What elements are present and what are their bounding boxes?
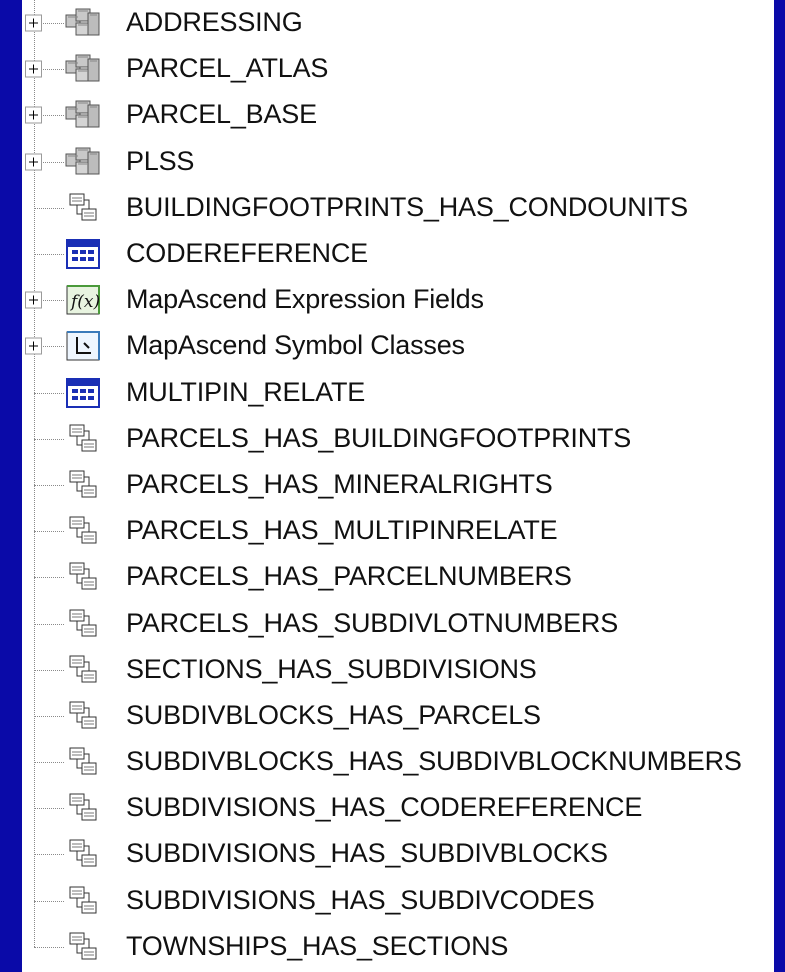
expand-plus-icon[interactable] <box>25 153 42 171</box>
tree-item-label: PARCELS_HAS_MINERALRIGHTS <box>126 468 553 499</box>
expand-plus-icon[interactable] <box>25 337 42 355</box>
feature-dataset-icon <box>64 144 102 179</box>
tree-branch-line <box>34 669 68 671</box>
tree-branch-line <box>34 808 68 810</box>
relationship-class-icon <box>64 883 102 918</box>
tree-branch-line <box>34 946 68 948</box>
tree-item[interactable]: SUBDIVISIONS_HAS_CODEREFERENCE <box>22 785 774 831</box>
feature-dataset-icon <box>64 6 102 41</box>
tree-item[interactable]: PARCELS_HAS_SUBDIVLOTNUMBERS <box>22 600 774 646</box>
tree-item[interactable]: PARCELS_HAS_PARCELNUMBERS <box>22 554 774 600</box>
table-icon <box>64 237 102 272</box>
relationship-class-icon <box>64 467 102 502</box>
tree-item[interactable]: SUBDIVBLOCKS_HAS_SUBDIVBLOCKNUMBERS <box>22 739 774 785</box>
tree-branch-line <box>34 438 68 440</box>
relationship-class-icon <box>64 929 102 964</box>
expand-plus-icon[interactable] <box>25 291 42 309</box>
tree-item[interactable]: SUBDIVISIONS_HAS_SUBDIVBLOCKS <box>22 831 774 877</box>
table-icon <box>64 375 102 410</box>
tree-item[interactable]: CODEREFERENCE <box>22 231 774 277</box>
tree-item-label: SUBDIVBLOCKS_HAS_SUBDIVBLOCKNUMBERS <box>126 745 742 776</box>
tree-item-label: PARCELS_HAS_PARCELNUMBERS <box>126 561 572 592</box>
expand-plus-icon[interactable] <box>25 14 42 32</box>
tree-branch-line <box>34 715 68 717</box>
tree-item-label: BUILDINGFOOTPRINTS_HAS_CONDOUNITS <box>126 191 688 222</box>
tree-item-label: SUBDIVISIONS_HAS_SUBDIVCODES <box>126 884 595 915</box>
relationship-class-icon <box>64 190 102 225</box>
expand-plus-icon[interactable] <box>25 60 42 78</box>
tree-branch-line <box>34 254 68 256</box>
catalog-tree: ADDRESSING PARCEL_ATLAS PARCEL_BASE PLSS BUI… <box>22 0 774 970</box>
expand-plus-icon[interactable] <box>25 106 42 124</box>
tree-item[interactable]: SUBDIVISIONS_HAS_SUBDIVCODES <box>22 878 774 924</box>
tree-item-label: SUBDIVBLOCKS_HAS_PARCELS <box>126 699 541 730</box>
feature-dataset-icon <box>64 52 102 87</box>
tree-item[interactable]: f(x) MapAscend Expression Fields <box>22 277 774 323</box>
tree-branch-line <box>34 577 68 579</box>
svg-text:f(x): f(x) <box>69 292 100 312</box>
tree-item[interactable]: PARCEL_ATLAS <box>22 46 774 92</box>
relationship-class-icon <box>64 652 102 687</box>
tree-item-label: PARCELS_HAS_SUBDIVLOTNUMBERS <box>126 607 619 638</box>
tree-item-label: PARCEL_ATLAS <box>126 53 329 84</box>
relationship-class-icon <box>64 745 102 780</box>
tree-item-label: MULTIPIN_RELATE <box>126 376 366 407</box>
tree-item-label: TOWNSHIPS_HAS_SECTIONS <box>126 930 509 961</box>
catalog-tree-panel: ADDRESSING PARCEL_ATLAS PARCEL_BASE PLSS BUI… <box>22 0 774 972</box>
tree-item-label: MapAscend Expression Fields <box>126 284 484 315</box>
tree-item[interactable]: TOWNSHIPS_HAS_SECTIONS <box>22 924 774 970</box>
tree-branch-line <box>34 531 68 533</box>
tree-item-label: MapAscend Symbol Classes <box>126 330 465 361</box>
tree-item-label: PARCEL_BASE <box>126 99 317 130</box>
tree-item-label: CODEREFERENCE <box>126 237 368 268</box>
relationship-class-icon <box>64 421 102 456</box>
relationship-class-icon <box>64 514 102 549</box>
relationship-class-icon <box>64 606 102 641</box>
relationship-class-icon <box>64 698 102 733</box>
expression-fields-icon: f(x) <box>64 283 102 318</box>
tree-item[interactable]: ADDRESSING <box>22 0 774 46</box>
tree-item[interactable]: PARCEL_BASE <box>22 92 774 138</box>
tree-item-label: ADDRESSING <box>126 6 303 37</box>
tree-branch-line <box>34 392 68 394</box>
tree-item[interactable]: MapAscend Symbol Classes <box>22 323 774 369</box>
tree-item-label: PARCELS_HAS_MULTIPINRELATE <box>126 515 558 546</box>
tree-branch-line <box>34 623 68 625</box>
tree-item-label: SECTIONS_HAS_SUBDIVISIONS <box>126 653 537 684</box>
tree-item[interactable]: PARCELS_HAS_MINERALRIGHTS <box>22 462 774 508</box>
tree-branch-line <box>34 762 68 764</box>
feature-dataset-icon <box>64 98 102 133</box>
tree-item-label: SUBDIVISIONS_HAS_SUBDIVBLOCKS <box>126 838 608 869</box>
tree-item-label: PARCELS_HAS_BUILDINGFOOTPRINTS <box>126 422 632 453</box>
relationship-class-icon <box>64 791 102 826</box>
symbol-classes-icon <box>64 329 102 364</box>
tree-item-label: PLSS <box>126 145 195 176</box>
tree-item-label: SUBDIVISIONS_HAS_CODEREFERENCE <box>126 792 643 823</box>
tree-item[interactable]: PLSS <box>22 139 774 185</box>
tree-item[interactable]: SECTIONS_HAS_SUBDIVISIONS <box>22 647 774 693</box>
tree-branch-line <box>34 854 68 856</box>
tree-item[interactable]: BUILDINGFOOTPRINTS_HAS_CONDOUNITS <box>22 185 774 231</box>
tree-branch-line <box>34 484 68 486</box>
tree-branch-line <box>34 900 68 902</box>
tree-item[interactable]: PARCELS_HAS_MULTIPINRELATE <box>22 508 774 554</box>
relationship-class-icon <box>64 837 102 872</box>
tree-item[interactable]: SUBDIVBLOCKS_HAS_PARCELS <box>22 693 774 739</box>
tree-item[interactable]: PARCELS_HAS_BUILDINGFOOTPRINTS <box>22 416 774 462</box>
tree-branch-line <box>34 207 68 209</box>
tree-item[interactable]: MULTIPIN_RELATE <box>22 370 774 416</box>
relationship-class-icon <box>64 560 102 595</box>
